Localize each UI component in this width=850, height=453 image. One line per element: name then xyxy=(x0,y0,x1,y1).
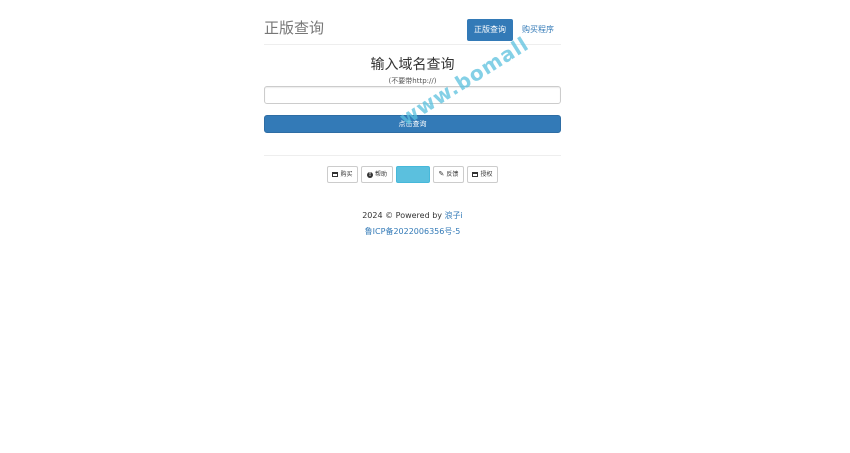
buy-button-label: 购买 xyxy=(340,171,353,178)
card-icon xyxy=(472,172,479,177)
site-title: 正版查询 xyxy=(264,19,325,37)
help-button[interactable]: ! 帮助 xyxy=(361,166,393,183)
section-divider xyxy=(264,155,561,156)
nav-tab-buy-program[interactable]: 购买程序 xyxy=(518,19,558,41)
query-hint: (不要带http://) xyxy=(388,77,437,85)
help-button-label: 帮助 xyxy=(374,171,387,178)
license-button[interactable]: 授权 xyxy=(467,166,498,183)
icp-link[interactable]: 鲁ICP备2022006356号-5 xyxy=(264,226,561,237)
nav-tab-genuine-query[interactable]: 正版查询 xyxy=(467,19,513,41)
footer-copyright: 2024 © Powered by 浪子i xyxy=(264,210,561,221)
card-icon xyxy=(332,172,339,177)
license-button-label: 授权 xyxy=(480,171,493,178)
pencil-icon: ✎ xyxy=(438,170,445,178)
query-button[interactable]: 点击查询 xyxy=(264,115,561,133)
info-icon: ! xyxy=(366,171,373,178)
query-heading: 输入域名查询 xyxy=(370,57,455,73)
buy-button[interactable]: 购买 xyxy=(327,166,358,183)
action-button-group: 购买 ! 帮助 ✎ 反馈 授权 xyxy=(264,166,561,183)
feedback-button[interactable]: ✎ 反馈 xyxy=(433,166,464,183)
info-button[interactable] xyxy=(396,166,430,183)
domain-input[interactable] xyxy=(264,86,561,104)
author-link[interactable]: 浪子i xyxy=(445,211,463,220)
feedback-button-label: 反馈 xyxy=(446,171,459,178)
copyright-text: 2024 © Powered by xyxy=(362,211,443,220)
header-divider xyxy=(264,44,561,45)
